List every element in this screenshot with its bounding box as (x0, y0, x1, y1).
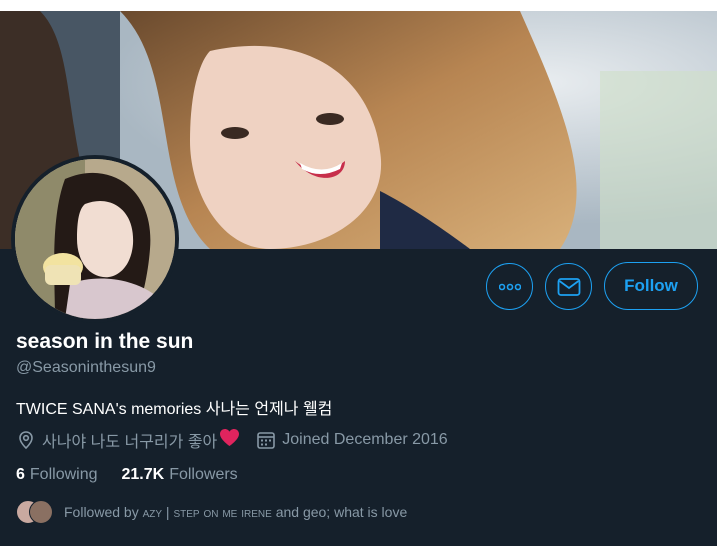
followed-by-user-1: azy | step on me irene (142, 504, 272, 520)
bio-text: TWICE SANA's memories 사나는 언제나 웰컴 (16, 401, 333, 418)
calendar-icon (256, 430, 276, 450)
avatar[interactable] (15, 159, 175, 319)
following-label: Following (29, 466, 98, 483)
message-button[interactable] (545, 263, 592, 310)
join-date: Joined December 2016 (256, 430, 448, 450)
envelope-icon (557, 277, 580, 296)
following-count: 6 (16, 466, 25, 483)
more-icon (498, 283, 521, 290)
follow-button[interactable]: Follow (604, 262, 698, 310)
profile-page: Follow season in the sun @Seasoninthesun… (0, 0, 717, 546)
following-link[interactable]: 6 Following (16, 466, 98, 484)
display-name: season in the sun (16, 330, 194, 353)
follow-stats: 6 Following 21.7K Followers (16, 466, 262, 484)
join-date-text: Joined December 2016 (282, 431, 448, 448)
top-strip (0, 0, 717, 11)
location-pin-icon (16, 430, 36, 450)
follower-avatars (16, 500, 54, 524)
username-handle: @Seasoninthesun9 (16, 359, 156, 376)
more-options-button[interactable] (486, 263, 533, 310)
followers-label: Followers (169, 466, 238, 483)
location-text: 사나야 나도 너구리가 좋아 (42, 434, 218, 451)
followers-link[interactable]: 21.7K Followers (122, 466, 238, 484)
heart-icon (220, 429, 240, 446)
followed-by-prefix: Followed by (64, 504, 139, 520)
profile-meta: 사나야 나도 너구리가 좋아 Joined December 2016 (16, 428, 464, 452)
followed-by-and: and (275, 504, 300, 520)
follower-avatar-2 (29, 500, 53, 524)
followed-by-user-2: geo; what is love (302, 504, 408, 520)
avatar-photo (15, 159, 175, 319)
heart-emoji (219, 428, 240, 452)
location: 사나야 나도 너구리가 좋아 (16, 428, 240, 452)
followed-by[interactable]: Followed by azy | step on me irene and g… (16, 498, 407, 526)
followers-count: 21.7K (121, 466, 165, 483)
